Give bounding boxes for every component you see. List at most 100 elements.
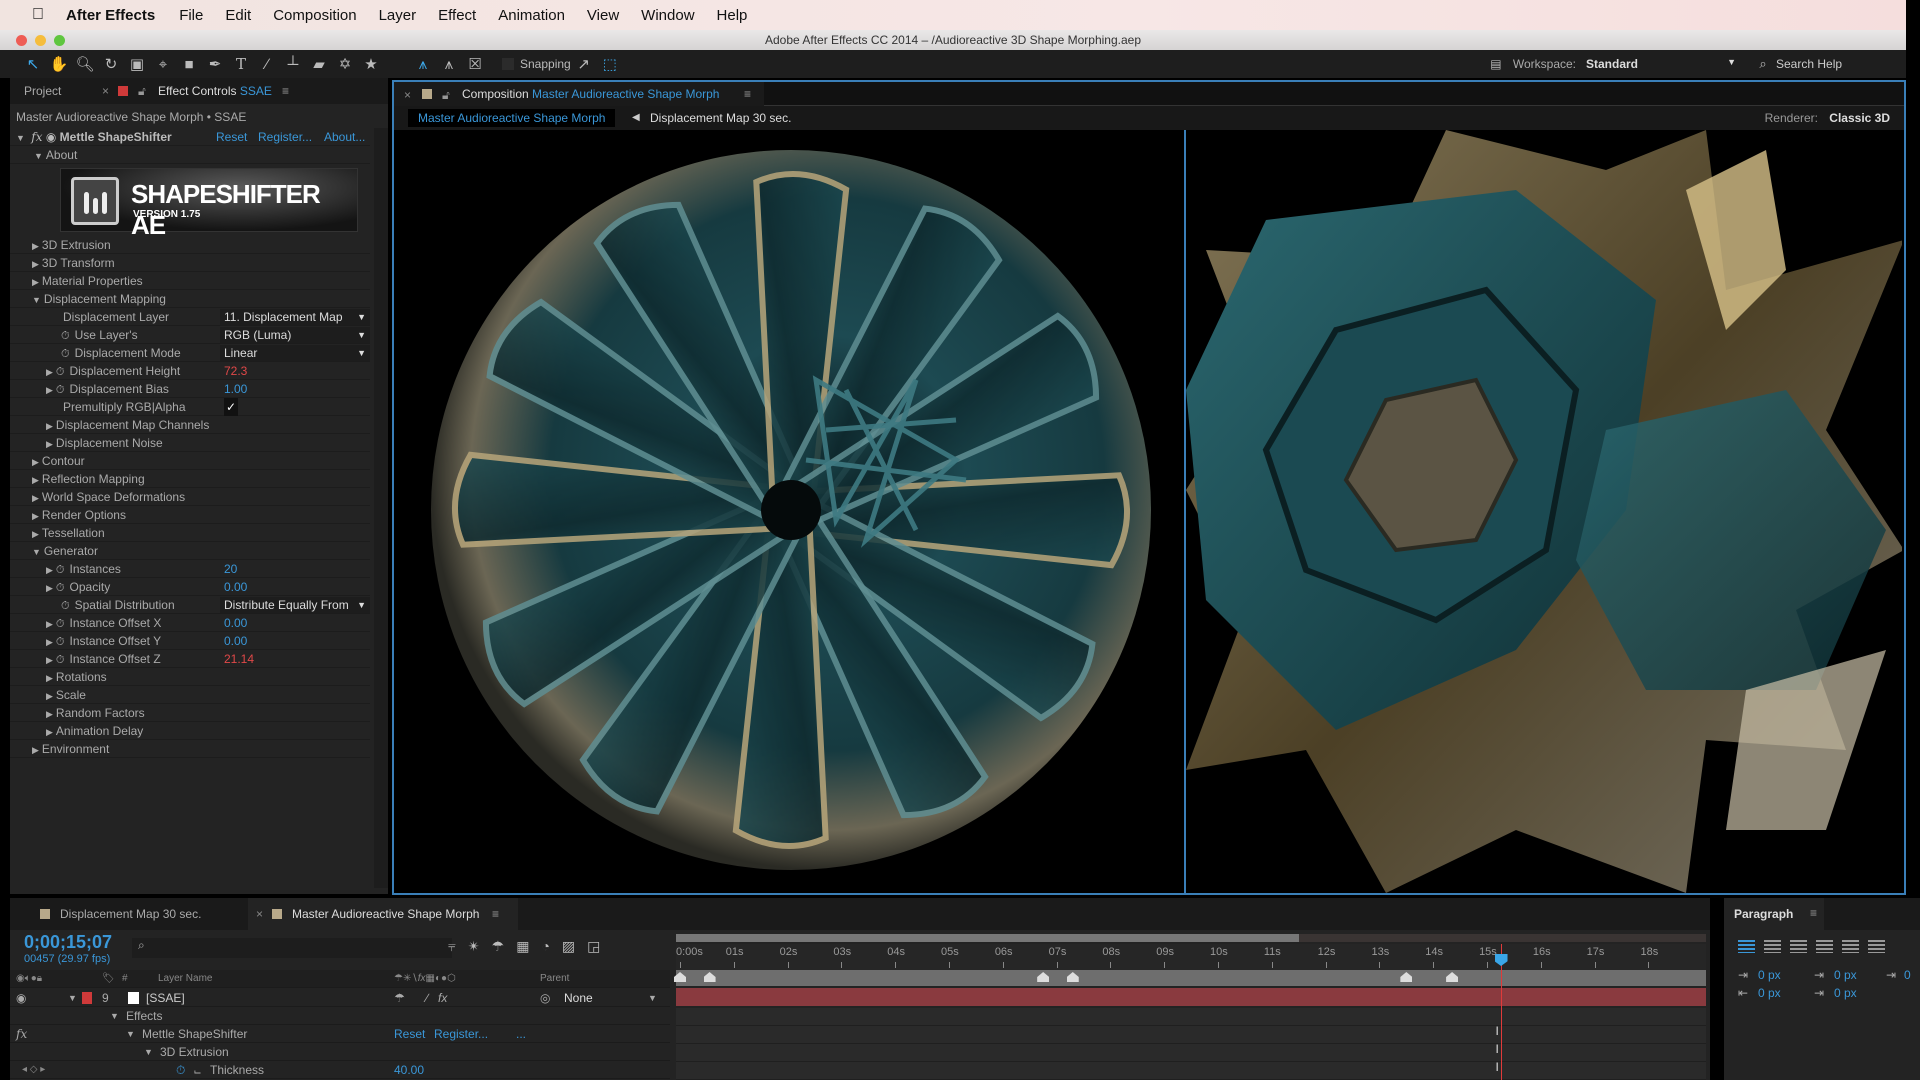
viewport-left-3d-render[interactable] bbox=[396, 130, 1182, 893]
workspace-toggle-icon[interactable]: ▤ bbox=[1483, 53, 1509, 75]
stopwatch-icon[interactable]: ⏱︎ bbox=[56, 582, 65, 594]
menu-file[interactable]: File bbox=[179, 7, 203, 24]
property-value[interactable]: 72.3 bbox=[224, 362, 247, 380]
indent-left-value[interactable]: 0 px bbox=[1758, 968, 1781, 982]
property-value[interactable]: 20 bbox=[224, 560, 237, 578]
timeline-tracks[interactable]: 0:00s 01s 02s 03s 04s 05s 06s 07s 08s 09s 10s 11s 12… bbox=[674, 930, 1720, 1080]
snapping-checkbox[interactable] bbox=[502, 58, 514, 70]
time-navigator-range[interactable] bbox=[676, 934, 1299, 942]
effect-property-row[interactable]: ▼ Displacement Mapping bbox=[10, 290, 370, 308]
effect-property-row[interactable]: ▶ Animation Delay bbox=[10, 722, 370, 740]
motion-blur-icon[interactable]: ◔ bbox=[541, 938, 561, 954]
register-button[interactable]: Register... bbox=[434, 1025, 488, 1043]
effect-property-row[interactable]: ▶ Scale bbox=[10, 686, 370, 704]
graph-icon[interactable]: ⨽ bbox=[194, 1061, 201, 1079]
brainstorm-icon[interactable]: ▨ bbox=[562, 938, 587, 954]
expand-triangle-icon[interactable]: ▼ bbox=[68, 989, 77, 1007]
collapsed-triangle-icon[interactable]: ▶ bbox=[46, 421, 53, 431]
align-left-button[interactable] bbox=[1738, 940, 1755, 953]
collapsed-triangle-icon[interactable]: ▶ bbox=[46, 385, 53, 395]
property-value[interactable]: 40.00 bbox=[394, 1061, 424, 1079]
collapsed-triangle-icon[interactable]: ▶ bbox=[32, 745, 39, 755]
effect-property-row[interactable]: ▶ ⏱︎ Instances 20 bbox=[10, 560, 370, 578]
effect-property-row[interactable]: ▶ ⏱︎ Instance Offset Z 21.14 bbox=[10, 650, 370, 668]
property-dropdown[interactable]: Distribute Equally From ▼ bbox=[220, 597, 370, 613]
eraser-tool-icon[interactable]: ▰ bbox=[306, 53, 332, 75]
visibility-eye-icon[interactable]: ◉ bbox=[16, 989, 26, 1007]
collapsed-triangle-icon[interactable]: ▶ bbox=[32, 511, 39, 521]
effect-property-row[interactable]: ⏱︎ Displacement Mode Linear ▼ bbox=[10, 344, 370, 362]
comp-marker[interactable] bbox=[703, 972, 716, 982]
menu-effect[interactable]: Effect bbox=[438, 7, 476, 24]
panel-menu-icon[interactable]: ≡ bbox=[492, 901, 499, 927]
effects-row[interactable]: ▼ Effects bbox=[10, 1007, 670, 1025]
collapsed-triangle-icon[interactable]: ▶ bbox=[32, 475, 39, 485]
property-value[interactable]: 1.00 bbox=[224, 380, 247, 398]
search-help-input[interactable]: Search Help bbox=[1776, 57, 1906, 71]
brush-tool-icon[interactable]: ∕ bbox=[254, 53, 280, 75]
align-right-button[interactable] bbox=[1790, 940, 1807, 953]
layer-duration-bar[interactable] bbox=[676, 988, 1706, 1006]
first-line-indent-value[interactable]: 0 bbox=[1904, 968, 1911, 982]
reset-button[interactable]: Reset bbox=[216, 128, 247, 146]
stopwatch-icon[interactable]: ⏱︎ bbox=[61, 600, 70, 612]
apple-icon[interactable]:  bbox=[32, 6, 52, 24]
menu-window[interactable]: Window bbox=[641, 7, 694, 24]
effect-property-row[interactable]: ▶ Reflection Mapping bbox=[10, 470, 370, 488]
zoom-tool-icon[interactable]: 🔍︎ bbox=[72, 53, 98, 75]
frame-blending-icon[interactable]: ▦ bbox=[516, 938, 541, 954]
time-ruler[interactable]: 0:00s 01s 02s 03s 04s 05s 06s 07s 08s 09s 10s 11s 12… bbox=[676, 944, 1706, 970]
stopwatch-icon[interactable]: ⏱︎ bbox=[56, 654, 65, 666]
snap-edges-icon[interactable]: ↗ bbox=[571, 53, 597, 75]
effect-property-row[interactable]: ▶ Contour bbox=[10, 452, 370, 470]
property-value[interactable]: 0.00 bbox=[224, 614, 247, 632]
space-before-value[interactable]: 0 px bbox=[1834, 968, 1857, 982]
stopwatch-icon[interactable]: ⏱︎ bbox=[56, 618, 65, 630]
collapsed-triangle-icon[interactable]: ▶ bbox=[46, 367, 53, 377]
menu-edit[interactable]: Edit bbox=[225, 7, 251, 24]
renderer-value[interactable]: Classic 3D bbox=[1829, 109, 1890, 127]
close-window-button[interactable] bbox=[16, 35, 27, 46]
effect-property-row[interactable]: ▶ ⏱︎ Instance Offset Y 0.00 bbox=[10, 632, 370, 650]
pan-behind-tool-icon[interactable]: ⌖ bbox=[150, 53, 176, 75]
effect-property-row[interactable]: ⏱︎ Spatial Distribution Distribute Equally… bbox=[10, 596, 370, 614]
comp-marker[interactable] bbox=[674, 972, 686, 982]
justify-center-button[interactable] bbox=[1842, 940, 1859, 953]
expanded-triangle-icon[interactable]: ▼ bbox=[32, 547, 41, 557]
selection-tool-icon[interactable]: ↖ bbox=[20, 53, 46, 75]
collapsed-triangle-icon[interactable]: ▶ bbox=[32, 493, 39, 503]
space-after-value[interactable]: 0 px bbox=[1834, 986, 1857, 1000]
rotation-tool-icon[interactable]: ↻ bbox=[98, 53, 124, 75]
view-axis-icon[interactable]: ☒ bbox=[462, 53, 488, 75]
effect-property-row[interactable]: ⏱︎ Use Layer's RGB (Luma) ▼ bbox=[10, 326, 370, 344]
collapsed-triangle-icon[interactable]: ▶ bbox=[32, 277, 39, 287]
parent-dropdown[interactable]: None bbox=[564, 989, 593, 1007]
shy-layers-icon[interactable]: ☂ bbox=[492, 938, 517, 954]
minimize-window-button[interactable] bbox=[35, 35, 46, 46]
layer-label-color[interactable] bbox=[82, 992, 92, 1004]
reset-button[interactable]: Reset bbox=[394, 1025, 425, 1043]
snap-features-icon[interactable]: ⬚ bbox=[597, 53, 623, 75]
menu-layer[interactable]: Layer bbox=[379, 7, 417, 24]
stopwatch-icon[interactable]: ⏱︎ bbox=[56, 636, 65, 648]
collapsed-triangle-icon[interactable]: ▶ bbox=[32, 529, 39, 539]
property-value[interactable]: 0.00 bbox=[224, 632, 247, 650]
effect-property-row[interactable]: ▶ Render Options bbox=[10, 506, 370, 524]
more-button[interactable]: ... bbox=[516, 1025, 526, 1043]
stopwatch-icon[interactable]: ⏱︎ bbox=[56, 564, 65, 576]
comp-marker[interactable] bbox=[1066, 972, 1079, 982]
effect-property-row[interactable]: ▶ Tessellation bbox=[10, 524, 370, 542]
effect-property-row[interactable]: Displacement Layer 11. Displacement Map ▼ bbox=[10, 308, 370, 326]
about-button[interactable]: About... bbox=[324, 128, 365, 146]
collapsed-triangle-icon[interactable]: ▶ bbox=[32, 241, 39, 251]
effect-property-row[interactable]: ▶ ⏱︎ Displacement Height 72.3 bbox=[10, 362, 370, 380]
column-layer-name[interactable]: Layer Name bbox=[158, 970, 212, 988]
effect-controls-scrollbar[interactable] bbox=[374, 128, 388, 888]
effect-property-row[interactable]: ▶ 3D Extrusion bbox=[10, 236, 370, 254]
about-group-row[interactable]: ▼ About bbox=[10, 146, 370, 164]
effect-property-row[interactable]: ▶ 3D Transform bbox=[10, 254, 370, 272]
close-tab-icon[interactable]: × bbox=[256, 901, 263, 927]
tab-effect-controls[interactable]: Effect Controls SSAE bbox=[158, 78, 272, 104]
effect-property-row[interactable]: ▶ Rotations bbox=[10, 668, 370, 686]
register-button[interactable]: Register... bbox=[258, 128, 312, 146]
